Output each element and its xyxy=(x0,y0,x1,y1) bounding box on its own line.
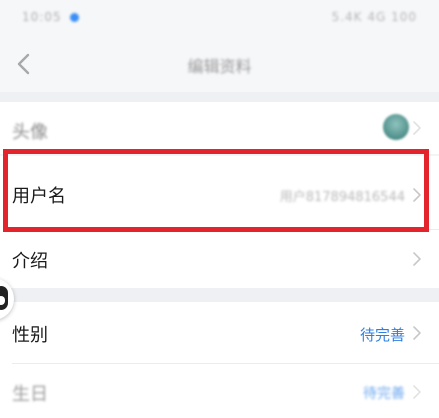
gender-value: 待完善 xyxy=(359,326,405,344)
birthday-value: 待完善 xyxy=(363,386,405,402)
username-row[interactable]: 用户名 用户817894816544 xyxy=(0,156,439,230)
username-value: 用户817894816544 xyxy=(279,190,405,205)
chevron-right-icon xyxy=(413,252,421,266)
birthday-label: 生日 xyxy=(12,384,48,405)
nav-bar: 编辑资料 xyxy=(0,36,439,92)
penguin-icon xyxy=(0,286,8,310)
chevron-right-icon xyxy=(413,326,421,340)
avatar-row-label: 头像 xyxy=(12,122,48,143)
avatar-row[interactable]: 头像 xyxy=(0,102,439,154)
status-indicators: 5.4K 4G 100 xyxy=(331,10,417,24)
gender-label: 性别 xyxy=(12,325,48,346)
chevron-right-icon xyxy=(413,121,421,135)
avatar xyxy=(383,114,409,140)
status-time: 10:05 xyxy=(22,10,80,24)
birthday-row[interactable]: 生日 待完善 xyxy=(0,364,439,418)
notification-dot-icon xyxy=(70,13,80,22)
page-title: 编辑资料 xyxy=(187,57,252,76)
status-time-text: 10:05 xyxy=(22,10,62,24)
section-gap-top xyxy=(0,92,439,102)
username-label: 用户名 xyxy=(12,186,66,207)
gender-row[interactable]: 性别 待完善 xyxy=(0,302,439,364)
intro-label: 介绍 xyxy=(12,251,48,272)
chevron-right-icon xyxy=(413,188,421,202)
chevron-right-icon xyxy=(413,385,421,399)
status-bar: 10:05 5.4K 4G 100 xyxy=(0,0,439,36)
section-gap-middle xyxy=(0,288,439,302)
intro-row[interactable]: 介绍 xyxy=(0,230,439,288)
